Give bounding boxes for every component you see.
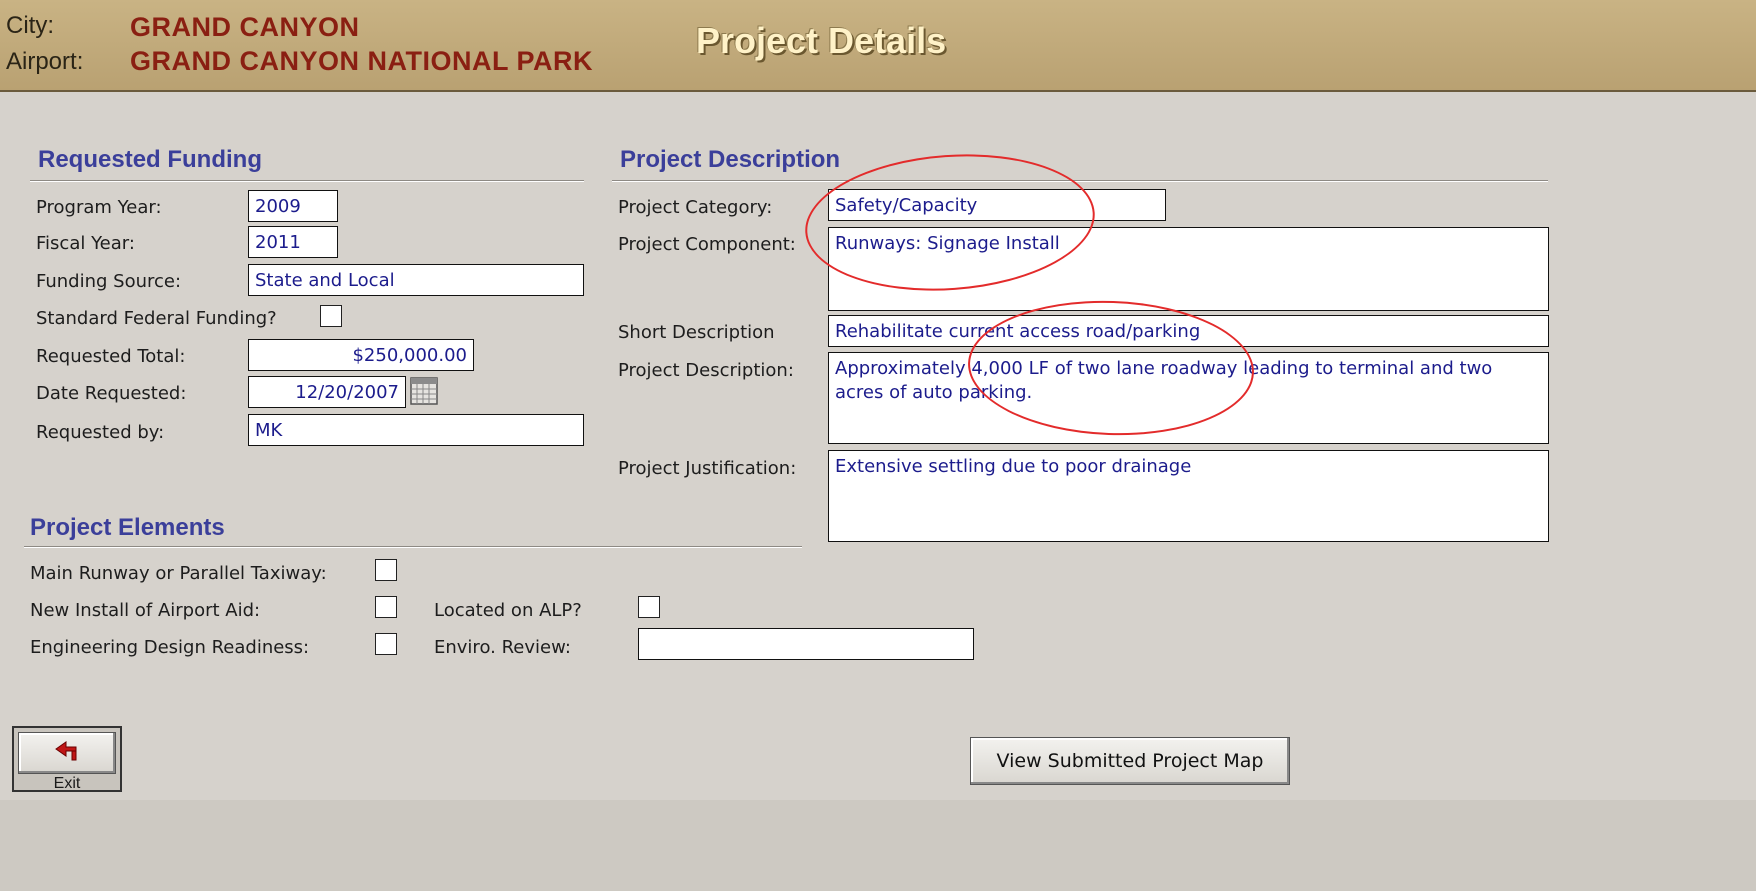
- project-justification-label: Project Justification:: [618, 458, 797, 479]
- program-year-field[interactable]: 2009: [248, 190, 338, 222]
- header-bar: City: GRAND CANYON Airport: GRAND CANYON…: [0, 0, 1756, 92]
- project-description-title: Project Description: [620, 146, 841, 173]
- view-map-button[interactable]: View Submitted Project Map: [970, 737, 1290, 785]
- requested-by-field[interactable]: MK: [248, 414, 584, 446]
- city-value: GRAND CANYON: [130, 12, 360, 42]
- airport-value: GRAND CANYON NATIONAL PARK: [130, 46, 593, 76]
- new-install-checkbox[interactable]: [375, 596, 397, 618]
- funding-source-field[interactable]: State and Local: [248, 264, 584, 296]
- enviro-review-label: Enviro. Review:: [434, 637, 571, 658]
- short-description-label: Short Description: [618, 322, 775, 343]
- project-component-label: Project Component:: [618, 234, 796, 255]
- exit-arrow-icon: [52, 740, 82, 767]
- requested-funding-divider: [30, 180, 584, 182]
- main-runway-label: Main Runway or Parallel Taxiway:: [30, 563, 327, 584]
- enviro-review-field[interactable]: [638, 628, 974, 660]
- requested-by-label: Requested by:: [36, 422, 165, 443]
- project-category-field[interactable]: Safety/Capacity: [828, 189, 1166, 221]
- project-justification-field[interactable]: Extensive settling due to poor drainage: [828, 450, 1549, 542]
- project-category-label: Project Category:: [618, 197, 773, 218]
- exit-button[interactable]: Exit: [12, 726, 122, 792]
- funding-source-label: Funding Source:: [36, 271, 182, 292]
- requested-total-label: Requested Total:: [36, 346, 186, 367]
- date-requested-label: Date Requested:: [36, 383, 187, 404]
- exit-label: Exit: [53, 775, 81, 792]
- located-alp-checkbox[interactable]: [638, 596, 660, 618]
- standard-federal-checkbox[interactable]: [320, 305, 342, 327]
- short-description-field[interactable]: Rehabilitate current access road/parking: [828, 315, 1549, 347]
- project-description-label: Project Description:: [618, 360, 794, 381]
- calendar-icon[interactable]: [410, 376, 438, 406]
- main-runway-checkbox[interactable]: [375, 559, 397, 581]
- project-component-field[interactable]: Runways: Signage Install: [828, 227, 1549, 311]
- requested-total-field[interactable]: $250,000.00: [248, 339, 474, 371]
- standard-federal-label: Standard Federal Funding?: [36, 308, 277, 329]
- project-elements-divider: [24, 546, 802, 548]
- project-elements-title: Project Elements: [30, 514, 225, 541]
- program-year-label: Program Year:: [36, 197, 162, 218]
- requested-funding-title: Requested Funding: [38, 146, 262, 173]
- engineering-design-checkbox[interactable]: [375, 633, 397, 655]
- project-description-divider: [612, 180, 1548, 182]
- fiscal-year-field[interactable]: 2011: [248, 226, 338, 258]
- bottom-toolbar: [0, 800, 1756, 891]
- airport-label: Airport:: [6, 48, 84, 75]
- exit-icon-button[interactable]: [18, 732, 116, 774]
- date-requested-field[interactable]: 12/20/2007: [248, 376, 406, 408]
- located-alp-label: Located on ALP?: [434, 600, 582, 621]
- city-label: City:: [6, 12, 54, 39]
- new-install-label: New Install of Airport Aid:: [30, 600, 261, 621]
- fiscal-year-label: Fiscal Year:: [36, 233, 135, 254]
- page-title: Project Details: [696, 20, 947, 61]
- project-description-field[interactable]: Approximately 4,000 LF of two lane roadw…: [828, 352, 1549, 444]
- engineering-design-label: Engineering Design Readiness:: [30, 637, 310, 658]
